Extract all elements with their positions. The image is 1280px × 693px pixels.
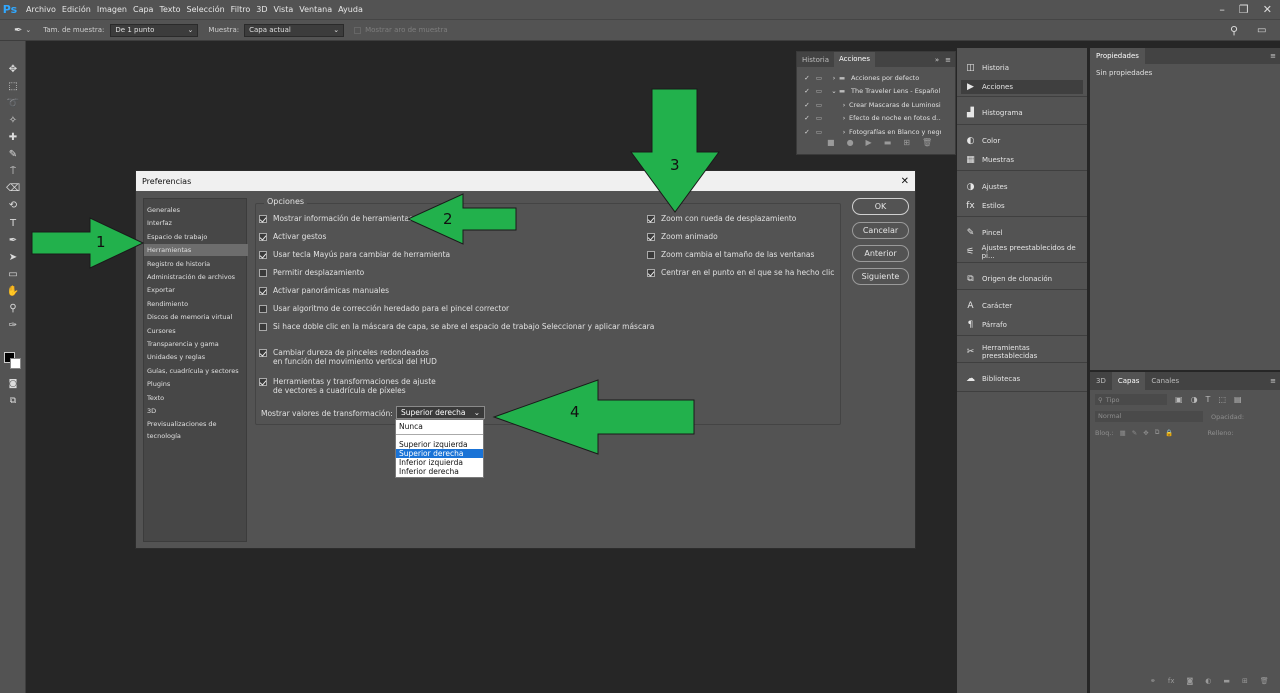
arrow-label-1: 1 bbox=[96, 233, 106, 251]
annotation-overlay bbox=[31, 88, 720, 455]
arrow-4 bbox=[492, 379, 695, 455]
arrow-label-3: 3 bbox=[670, 156, 680, 174]
arrow-label-2: 2 bbox=[443, 210, 453, 228]
arrow-3 bbox=[630, 88, 720, 213]
arrow-1 bbox=[31, 217, 145, 269]
arrow-label-4: 4 bbox=[570, 403, 580, 421]
arrow-2 bbox=[406, 193, 517, 245]
